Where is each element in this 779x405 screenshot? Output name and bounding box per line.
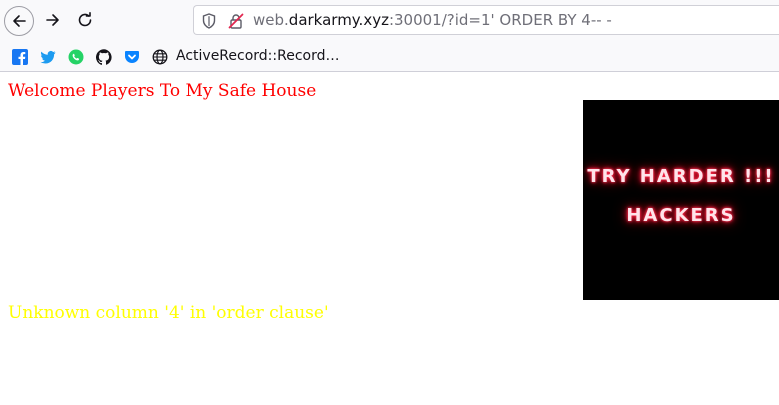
forward-arrow-icon [46, 14, 59, 26]
twitter-icon[interactable] [40, 49, 56, 65]
reload-button[interactable] [70, 5, 100, 35]
tracking-protection-shield-icon[interactable] [202, 13, 216, 29]
try-harder-banner-image: TRY HARDER !!! HACKERS [583, 100, 779, 300]
banner-line-try-harder: TRY HARDER !!! [587, 166, 775, 187]
url-host: darkarmy.xyz [288, 11, 389, 29]
pocket-icon[interactable] [124, 49, 140, 65]
url-prefix: web. [253, 11, 289, 29]
address-bar[interactable]: web.darkarmy.xyz:30001/?id=1' ORDER BY 4… [193, 5, 779, 35]
facebook-icon[interactable] [12, 49, 28, 65]
bookmarks-toolbar: ActiveRecord::Record… [0, 41, 779, 72]
banner-line-hackers: HACKERS [626, 205, 736, 226]
reload-icon [78, 12, 92, 27]
back-button[interactable] [4, 6, 34, 36]
bookmark-activerecord[interactable]: ActiveRecord::Record… [176, 48, 339, 65]
navigation-toolbar: web.darkarmy.xyz:30001/?id=1' ORDER BY 4… [0, 0, 779, 41]
back-arrow-icon [13, 15, 26, 27]
globe-icon[interactable] [152, 49, 168, 65]
welcome-heading: Welcome Players To My Safe House [8, 81, 317, 101]
url-text[interactable]: web.darkarmy.xyz:30001/?id=1' ORDER BY 4… [253, 12, 612, 29]
url-suffix: :30001/?id=1' ORDER BY 4-- - [388, 11, 612, 29]
sql-error-message: Unknown column '4' in 'order clause' [8, 303, 329, 323]
forward-button[interactable] [38, 5, 68, 35]
github-icon[interactable] [96, 49, 112, 65]
whatsapp-icon[interactable] [68, 49, 84, 65]
insecure-lock-icon[interactable] [228, 13, 244, 29]
